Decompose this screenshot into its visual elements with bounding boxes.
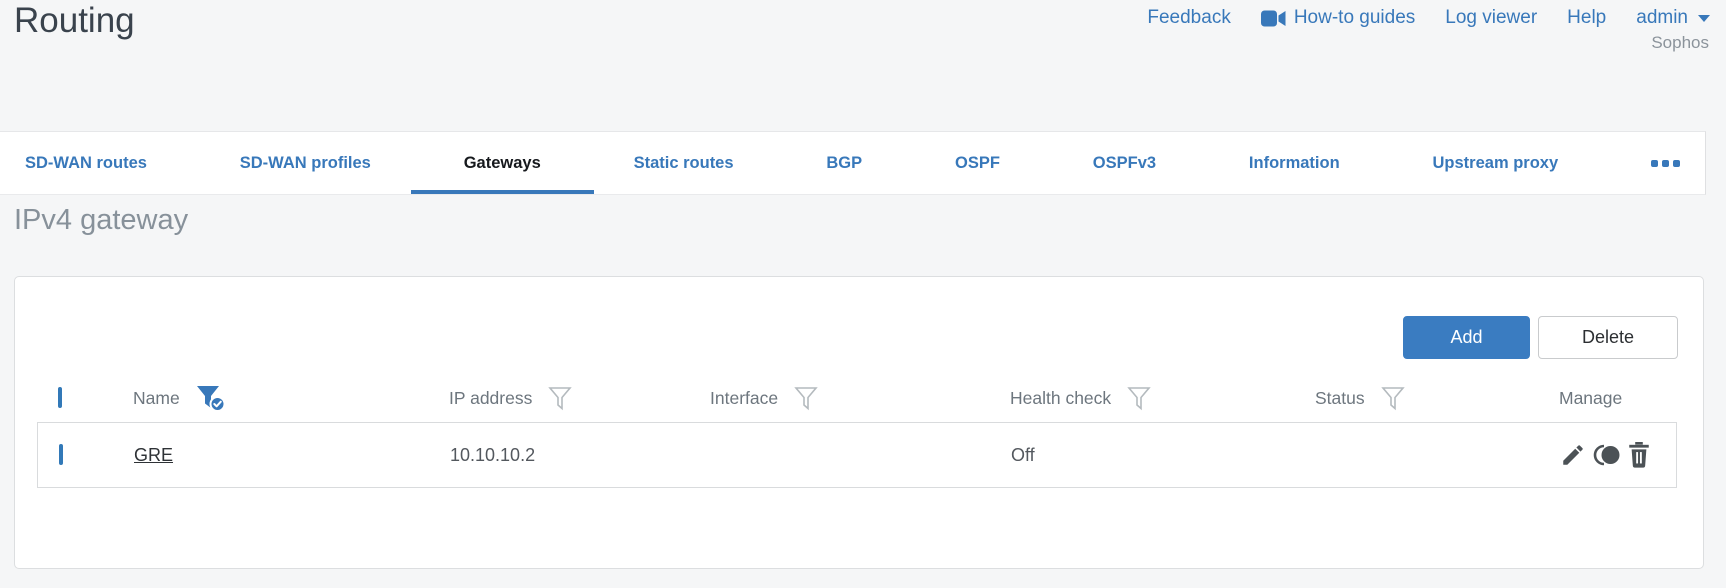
admin-label: admin (1636, 7, 1688, 28)
how-to-guides-link[interactable]: How-to guides (1260, 7, 1416, 29)
how-to-guides-label: How-to guides (1293, 7, 1416, 28)
page-title: Routing (14, 1, 135, 40)
table-header-row: Name IP address Interface Health check S… (37, 374, 1677, 422)
help-label: Help (1567, 7, 1607, 28)
filter-active-icon[interactable] (196, 385, 226, 412)
tab-sd-wan-profiles[interactable]: SD-WAN profiles (240, 132, 371, 194)
more-tabs-ellipsis-icon[interactable] (1650, 132, 1680, 194)
add-button[interactable]: Add (1403, 316, 1530, 359)
log-viewer-link[interactable]: Log viewer (1445, 7, 1537, 29)
routing-tab-bar: SD-WAN routes SD-WAN profiles Gateways S… (0, 131, 1706, 195)
ipv4-gateway-card: Add Delete Name IP address Interface Hea… (14, 276, 1704, 569)
feedback-label: Feedback (1147, 7, 1231, 28)
row-checkbox[interactable] (59, 444, 63, 465)
section-title: IPv4 gateway (14, 204, 189, 236)
tab-information[interactable]: Information (1249, 132, 1340, 194)
column-header-name: Name (133, 387, 180, 408)
filter-icon[interactable] (1127, 386, 1151, 411)
column-header-interface: Interface (710, 387, 779, 408)
gateway-health-check: Off (1011, 444, 1035, 465)
tab-sd-wan-routes[interactable]: SD-WAN routes (25, 132, 147, 194)
filter-icon[interactable] (794, 386, 818, 411)
column-header-health-check: Health check (1010, 387, 1112, 408)
brand-label: Sophos (1651, 33, 1709, 52)
column-header-status: Status (1315, 387, 1365, 408)
edit-pencil-icon[interactable] (1560, 442, 1586, 468)
delete-button[interactable]: Delete (1538, 316, 1678, 359)
feedback-link[interactable]: Feedback (1147, 7, 1230, 29)
table-toolbar: Add Delete (1403, 316, 1678, 359)
gateway-ip-address: 10.10.10.2 (450, 444, 536, 465)
clone-icon[interactable] (1593, 443, 1621, 467)
log-viewer-label: Log viewer (1445, 7, 1538, 28)
tab-upstream-proxy[interactable]: Upstream proxy (1433, 132, 1559, 194)
tab-gateways[interactable]: Gateways (410, 132, 594, 194)
caret-down-icon (1698, 14, 1710, 22)
filter-icon[interactable] (1380, 386, 1405, 411)
manage-actions (1560, 442, 1676, 468)
select-all-checkbox[interactable] (58, 387, 62, 408)
help-link[interactable]: Help (1567, 7, 1606, 29)
tab-ospfv3[interactable]: OSPFv3 (1093, 132, 1156, 194)
tab-ospf[interactable]: OSPF (955, 132, 1000, 194)
tab-static-routes[interactable]: Static routes (634, 132, 734, 194)
video-camera-icon (1260, 10, 1286, 27)
admin-menu[interactable]: admin (1636, 7, 1710, 29)
table-row: GRE 10.10.10.2 Off (37, 422, 1677, 488)
column-header-ip-address: IP address (449, 387, 533, 408)
header-links: Feedback How-to guides Log viewer Help a… (1147, 7, 1710, 29)
gateway-name-link[interactable]: GRE (134, 445, 173, 465)
column-header-manage: Manage (1559, 387, 1623, 408)
filter-icon[interactable] (548, 386, 573, 411)
trash-icon[interactable] (1628, 442, 1650, 468)
tab-bgp[interactable]: BGP (826, 132, 862, 194)
